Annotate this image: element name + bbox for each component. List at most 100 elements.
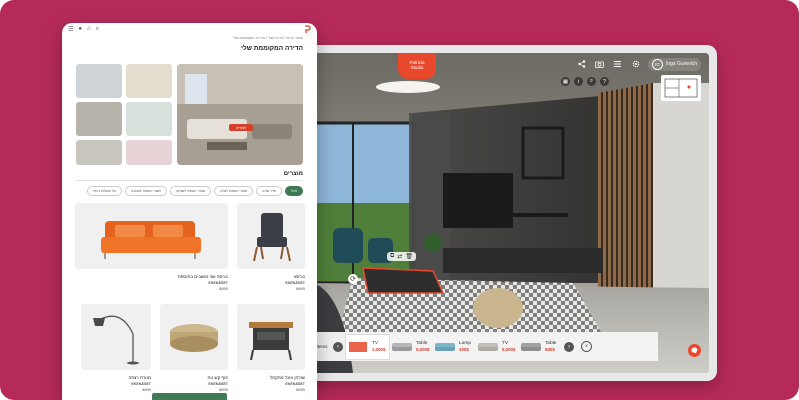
bottom-action-button[interactable] [152,393,227,400]
product-card[interactable]: מנורת רצפה EKENÄSET ₪995 [81,304,151,392]
delete-icon[interactable]: 🗑 [405,253,413,260]
product-name: TV [372,341,379,346]
chat-icon [691,347,698,354]
gallery-thumb[interactable] [76,140,122,165]
gallery-thumb[interactable] [76,64,122,98]
product-grid: כורסא EKENÄSET ₪995 כורסה שני מושבים בתו… [75,203,305,392]
product-name: TV [502,341,509,346]
category-filters: הכל חדר שינה מוצרי השפה לסלון מוצרי השפה… [86,186,303,196]
sofa-thumb [521,342,541,351]
product-card[interactable]: פוף קש נוח EKENÄSET ₪995 [160,304,228,392]
product-image[interactable] [237,304,305,370]
section-title: מוצרים [283,171,303,177]
swap-icon[interactable]: ⇄ [397,253,402,260]
brand-logo[interactable]: Patricia Studio [398,53,436,79]
share-icon[interactable] [576,59,588,69]
gallery-thumb[interactable] [126,64,172,98]
page-title: הדירה המקוממת שלי [241,45,303,52]
product-card[interactable]: שולחן אוכל מתקפל EKENÄSET ₪995 [237,304,305,392]
help-icon[interactable]: ? [600,77,609,86]
filter-chip[interactable]: חדר שינה [256,186,283,196]
product-card[interactable]: כורסא EKENÄSET ₪995 [237,203,305,291]
info-icon[interactable]: i [574,77,583,86]
product-bar: Items ‹ TV 1,000$ Table 5,000$ Lamp 100$ TV… [313,332,658,361]
view-controls: ▦ i ⌕ ? [561,77,609,86]
site-logo[interactable] [304,24,311,34]
product-bar-item[interactable]: TV 5,000$ [476,335,519,359]
grid-view-icon[interactable]: ▦ [561,77,570,86]
filter-chip[interactable]: מוצרי השפה לסלון [214,186,254,196]
product-name: פוף קש נוח [207,375,228,380]
product-bar-item[interactable]: Lamp 100$ [433,335,476,359]
product-brand: EKENÄSET [208,382,228,386]
gear-icon[interactable] [630,59,642,69]
user-menu[interactable]: IG Inga Gurevich [647,57,701,71]
duplicate-icon[interactable]: ⧉ [390,253,394,260]
product-image[interactable] [160,304,228,370]
sofa-thumb [392,342,412,351]
top-toolbar: IG Inga Gurevich [576,57,701,71]
product-bar-item[interactable]: TV 1,000$ [345,333,390,360]
avatar: IG [651,58,663,70]
product-name: כורסא [293,274,305,279]
sofa-thumb [435,342,455,351]
user-icon[interactable]: ● [78,26,82,32]
gallery-thumb[interactable] [126,102,172,136]
camera-icon[interactable] [594,59,606,69]
user-name: Inga Gurevich [665,61,697,67]
brand-subtitle: Studio [410,65,424,70]
sofa-thumb [478,342,498,351]
product-image[interactable] [237,203,305,269]
menu-icon[interactable]: ☰ [68,26,73,33]
product-price: ₪995 [218,287,228,291]
item-actions: ⧉ ⇄ 🗑 [387,252,416,261]
hero-image[interactable]: לצפייה [177,64,303,165]
room-scene[interactable] [313,53,709,373]
product-image[interactable] [75,203,228,269]
product-name: Table [545,341,557,346]
product-name: שולחן אוכל מתקפל [269,375,305,380]
gallery-thumb[interactable] [76,102,122,136]
product-price: 1,000$ [372,347,386,352]
gallery-thumb[interactable] [126,140,172,165]
filter-chip[interactable]: מוצרי השפה למטבח [124,186,167,196]
chevron-left-icon[interactable]: ‹ [333,341,343,352]
chat-button[interactable] [688,344,701,357]
filter-chip[interactable]: הכל [285,186,303,196]
breadcrumb[interactable]: עמוד הבית / הדירה שלי / הדירה המקוממת של… [233,36,303,40]
product-price: 100$ [459,347,469,352]
floor-plan-minimap[interactable] [661,75,701,101]
product-image[interactable] [81,304,151,370]
product-brand: EKENÄSET [285,281,305,285]
room-viewer[interactable]: Patricia Studio IG Inga Gurevich ▦ i ⌕ ?… [313,53,709,373]
product-brand: EKENÄSET [208,281,228,285]
product-price: 5,000$ [416,347,430,352]
tablet-frame: Patricia Studio IG Inga Gurevich ▦ i ⌕ ?… [305,45,717,381]
cart-icon[interactable]: ⌂ [87,26,91,32]
product-name: Lamp [459,341,471,346]
close-icon[interactable]: × [581,341,592,352]
browser-bar: ☰ ● ⌂ ⌕ [62,23,317,35]
list-icon[interactable] [612,59,624,69]
filter-chip[interactable]: מוצרי השפה לשולחן [169,186,212,196]
zoom-icon[interactable]: ⌕ [587,77,596,86]
product-card[interactable]: כורסה שני מושבים בתוספת EKENÄSET ₪995 [75,203,228,291]
catalog-page: ☰ ● ⌂ ⌕ עמוד הבית / הדירה שלי / הדירה המ… [62,23,317,400]
product-name: מנורת רצפה [128,375,151,380]
search-icon[interactable]: ⌕ [96,26,99,33]
chevron-right-icon[interactable]: › [564,341,574,352]
hero-gallery: לצפייה [76,64,303,165]
rotate-icon[interactable]: ⟳ [348,274,358,284]
product-name: כורסה שני מושבים בתוספת [177,274,228,279]
product-price: 500$ [545,347,555,352]
product-price: ₪995 [295,388,305,392]
filter-chip[interactable]: אל מטלות ביתיו [86,186,122,196]
product-brand: EKENÄSET [285,382,305,386]
product-name: Table [416,341,428,346]
product-price: ₪995 [218,388,228,392]
product-price: 5,000$ [502,347,516,352]
product-bar-item[interactable]: Table 500$ [519,335,562,359]
product-bar-item[interactable]: Table 5,000$ [390,335,433,359]
tv-thumb [349,341,367,352]
hero-view-button[interactable]: לצפייה [229,124,253,131]
